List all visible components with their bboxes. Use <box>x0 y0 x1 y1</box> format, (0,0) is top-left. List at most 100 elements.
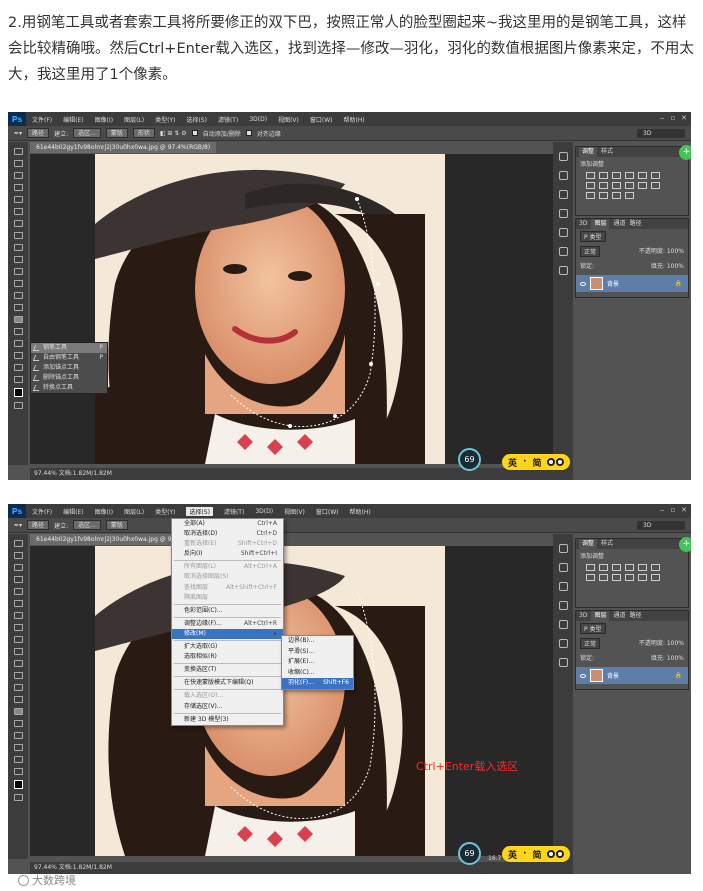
fill-field[interactable]: 填充: 100% <box>651 261 684 270</box>
brush-tool-icon[interactable] <box>13 624 23 631</box>
color-swatch-icon[interactable] <box>13 388 23 397</box>
opacity-field[interactable]: 不透明度: 100% <box>639 638 684 649</box>
submenu-item-border[interactable]: 边界(B)... <box>282 636 353 647</box>
menu-image[interactable]: 图像(I) <box>95 115 113 124</box>
marquee-tool-icon[interactable] <box>13 160 23 167</box>
brightness-icon[interactable] <box>586 172 595 179</box>
ime-lang[interactable]: 英 <box>508 848 517 861</box>
path-ops-icon[interactable]: ◧ ⊞ ⇅ ⚙ <box>160 130 187 137</box>
quick-mask-icon[interactable] <box>13 794 23 801</box>
menu-item-find-layers[interactable]: 查找图层 Alt+Shift+Ctrl+F <box>172 583 283 593</box>
selective-color-icon[interactable] <box>625 192 634 199</box>
menu-item-save-selection[interactable]: 存储选区(V)... <box>172 702 283 712</box>
tab-styles[interactable]: 样式 <box>601 147 613 157</box>
levels-icon[interactable] <box>599 172 608 179</box>
eyedropper-tool-icon[interactable] <box>13 600 23 607</box>
auto-add-checkbox[interactable] <box>191 130 198 136</box>
flyout-item-convert-point[interactable]: 转换点工具 <box>31 383 107 393</box>
close-icon[interactable]: ✕ <box>681 114 687 122</box>
quick-select-tool-icon[interactable] <box>13 576 23 583</box>
blur-tool-icon[interactable] <box>13 684 23 691</box>
hand-tool-icon[interactable] <box>13 364 23 371</box>
menu-item-inverse[interactable]: 反向(I) Shift+Ctrl+I <box>172 549 283 559</box>
curves-icon[interactable] <box>612 564 621 571</box>
menu-item-modify[interactable]: 修改(M) ▸ <box>172 628 283 640</box>
lasso-tool-icon[interactable] <box>13 564 23 571</box>
layer-kind-filter[interactable]: P 类型 <box>580 623 606 634</box>
brightness-icon[interactable] <box>586 564 595 571</box>
type-tool-icon[interactable] <box>13 328 23 335</box>
layer-kind-filter[interactable]: P 类型 <box>580 231 606 242</box>
menu-view[interactable]: 视图(V) <box>278 115 299 124</box>
path-mode-select[interactable]: 路径 <box>27 520 50 530</box>
photo-filter-icon[interactable] <box>612 574 621 581</box>
lookup-icon[interactable] <box>638 574 647 581</box>
history-brush-icon[interactable] <box>13 256 23 263</box>
invert-icon[interactable] <box>651 574 660 581</box>
clone-source-icon[interactable] <box>558 639 568 648</box>
pen-tool-preset-icon[interactable]: ✒▾ <box>14 130 22 137</box>
menu-item-all-layers[interactable]: 所有图层(L) Alt+Ctrl+A <box>172 562 283 572</box>
bw-icon[interactable] <box>599 574 608 581</box>
crop-tool-icon[interactable] <box>13 588 23 595</box>
layer-row-background[interactable]: 背景 🔒 <box>576 667 688 684</box>
hue-sat-icon[interactable] <box>651 172 660 179</box>
close-icon[interactable]: ✕ <box>681 506 687 514</box>
brush-tool-icon[interactable] <box>13 232 23 239</box>
menu-select[interactable]: 选择(S) <box>186 506 213 516</box>
history-panel-icon[interactable] <box>558 152 568 161</box>
brush-panel-icon[interactable] <box>558 620 568 629</box>
type-tool-icon[interactable] <box>13 720 23 727</box>
tab-layers[interactable]: 图层 <box>591 611 610 621</box>
visibility-eye-icon[interactable] <box>580 673 586 678</box>
menu-type[interactable]: 类型(Y) <box>155 507 175 516</box>
channel-mixer-icon[interactable] <box>625 574 634 581</box>
document-tab[interactable]: 61e44b02gy1fv98olmrj2j30u0hx0wa.jpg @ 97… <box>30 142 217 153</box>
dodge-tool-icon[interactable] <box>13 696 23 703</box>
info-panel-icon[interactable] <box>558 266 568 275</box>
menu-filter[interactable]: 滤镜(T) <box>224 507 244 516</box>
ime-lang[interactable]: 英 <box>508 456 517 469</box>
path-select-tool-icon[interactable] <box>13 732 23 739</box>
photo-filter-icon[interactable] <box>612 182 621 189</box>
ime-mode[interactable]: 简 <box>532 456 541 469</box>
gradient-tool-icon[interactable] <box>13 672 23 679</box>
minimize-icon[interactable]: ‒ <box>660 114 664 122</box>
eraser-tool-icon[interactable] <box>13 268 23 275</box>
vibrance-icon[interactable] <box>638 564 647 571</box>
menu-item-all[interactable]: 全部(A) Ctrl+A <box>172 519 283 529</box>
flyout-item-freeform-pen[interactable]: 自由钢笔工具 P <box>31 353 107 363</box>
fill-field[interactable]: 填充: 100% <box>651 653 684 662</box>
history-panel-icon[interactable] <box>558 544 568 553</box>
ime-toolbar[interactable]: 英 · 简 <box>502 454 571 470</box>
flyout-item-add-anchor[interactable]: 添加锚点工具 <box>31 363 107 373</box>
paragraph-panel-icon[interactable] <box>558 601 568 610</box>
character-panel-icon[interactable] <box>558 190 568 199</box>
ime-toolbar[interactable]: 英 · 简 <box>502 846 571 862</box>
eyedropper-tool-icon[interactable] <box>13 208 23 215</box>
lookup-icon[interactable] <box>638 182 647 189</box>
menu-layer[interactable]: 图层(L) <box>124 507 144 516</box>
menu-item-load-selection[interactable]: 载入选区(O)... <box>172 691 283 701</box>
brush-panel-icon[interactable] <box>558 228 568 237</box>
menu-layer[interactable]: 图层(L) <box>124 115 144 124</box>
menu-type[interactable]: 类型(Y) <box>155 115 175 124</box>
posterize-icon[interactable] <box>586 192 595 199</box>
color-balance-icon[interactable] <box>586 182 595 189</box>
blend-mode-select[interactable]: 正常 <box>580 638 601 649</box>
move-tool-icon[interactable] <box>13 540 23 547</box>
menu-item-grow[interactable]: 扩大选取(G) <box>172 642 283 652</box>
pen-tool-icon[interactable] <box>13 708 23 715</box>
path-select-tool-icon[interactable] <box>13 340 23 347</box>
menu-file[interactable]: 文件(F) <box>32 507 52 516</box>
minimize-icon[interactable]: ‒ <box>660 506 664 514</box>
invert-icon[interactable] <box>651 182 660 189</box>
blend-mode-select[interactable]: 正常 <box>580 246 601 257</box>
menu-item-isolate-layers[interactable]: 隔离图层 <box>172 593 283 603</box>
healing-tool-icon[interactable] <box>13 220 23 227</box>
canvas-area[interactable] <box>30 546 556 856</box>
quick-select-tool-icon[interactable] <box>13 184 23 191</box>
mask-button[interactable]: 蒙版 <box>105 128 128 138</box>
layer-row-background[interactable]: 背景 🔒 <box>576 275 688 292</box>
menu-3d[interactable]: 3D(D) <box>249 116 267 123</box>
